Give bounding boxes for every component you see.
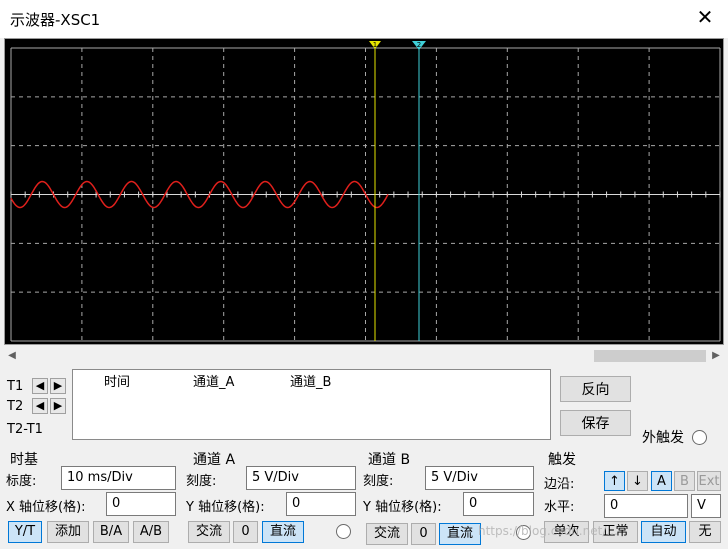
trigger-source-a-button[interactable]: A [651,471,672,491]
cursor-1-marker: 1 [373,41,377,49]
trigger-title: 触发 [548,452,576,468]
channel-a-title: 通道 A [193,452,236,468]
trigger-level-unit[interactable]: V [691,494,721,518]
trigger-none-button[interactable]: 无 [689,521,721,543]
t2-left-icon[interactable]: ◀ [32,398,48,414]
channel-a-ypos-field[interactable]: 0 [286,492,356,516]
trigger-source-ext-button[interactable]: Ext [697,471,721,491]
channel-b-ac-button[interactable]: 交流 [366,523,408,545]
ext-trigger-label: 外触发 [642,430,684,446]
channel-a-dc-button[interactable]: 直流 [262,521,304,543]
timebase-xpos-label: X 轴位移(格): [6,500,86,515]
mode-ab-button[interactable]: A/B [133,521,169,543]
trigger-level-field[interactable]: 0 [604,494,688,518]
timebase-xpos-field[interactable]: 0 [106,492,176,516]
timebase-title: 时基 [10,452,38,468]
readout-col-time: 时间 [104,375,131,390]
diff-row: T2-T1 [4,419,64,439]
timebase-scale-label: 标度: [6,474,37,489]
channel-a-scale-field[interactable]: 5 V/Div [246,466,356,490]
channel-a-radio[interactable] [336,524,351,539]
channel-a-scale-label: 刻度: [186,474,217,489]
falling-edge-icon[interactable]: ↓ [627,471,648,491]
close-icon[interactable]: ✕ [696,6,714,28]
trigger-source-b-button[interactable]: B [674,471,695,491]
trigger-edge-label: 边沿: [544,477,575,492]
t2-t1-label: T2-T1 [7,421,43,437]
oscilloscope-screen: 12 [4,38,724,345]
channel-b-dc-button[interactable]: 直流 [439,523,481,545]
scroll-left-icon[interactable]: ◀ [4,348,20,364]
cursor-readout-panel: 时间 通道_A 通道_B [72,369,551,440]
reverse-button[interactable]: 反向 [560,376,631,402]
scroll-thumb[interactable] [594,350,706,362]
mode-ba-button[interactable]: B/A [93,521,129,543]
rising-edge-icon[interactable]: ↑ [604,471,625,491]
horizontal-scrollbar[interactable]: ◀ ▶ [4,348,724,364]
t1-right-icon[interactable]: ▶ [50,378,66,394]
save-button[interactable]: 保存 [560,410,631,436]
title-bar: 示波器-XSC1 ✕ [0,0,728,38]
readout-col-a: 通道_A [193,375,235,390]
trigger-level-label: 水平: [544,500,575,515]
t1-label: T1 [7,378,24,394]
mode-add-button[interactable]: 添加 [47,521,89,543]
t2-row: T2 ◀ ▶ [4,396,68,416]
cursor-2-marker: 2 [417,41,421,49]
mode-yt-button[interactable]: Y/T [8,521,42,543]
channel-b-title: 通道 B [368,452,411,468]
trigger-auto-button[interactable]: 自动 [641,521,686,543]
channel-a-ypos-label: Y 轴位移(格): [186,500,265,515]
readout-col-b: 通道_B [290,375,332,390]
scroll-right-icon[interactable]: ▶ [708,348,724,364]
ext-trigger-radio[interactable] [692,430,707,445]
t2-label: T2 [7,398,24,414]
scope-display: 12 [10,41,721,342]
watermark-text: https://blog.csdn.net/... [478,524,618,538]
t1-left-icon[interactable]: ◀ [32,378,48,394]
channel-b-scale-label: 刻度: [363,474,394,489]
cursor-controls: T1 ◀ ▶ T2 ◀ ▶ T2-T1 [4,370,68,440]
t1-row: T1 ◀ ▶ [4,376,68,396]
channel-b-ypos-label: Y 轴位移(格): [363,500,442,515]
channel-b-scale-field[interactable]: 5 V/Div [425,466,534,490]
t2-right-icon[interactable]: ▶ [50,398,66,414]
channel-a-ac-button[interactable]: 交流 [188,521,230,543]
channel-b-ypos-field[interactable]: 0 [463,492,534,516]
channel-a-zero-button[interactable]: 0 [233,521,258,543]
window-title: 示波器-XSC1 [10,11,101,29]
channel-b-zero-button[interactable]: 0 [411,523,436,545]
timebase-scale-field[interactable]: 10 ms/Div [61,466,176,490]
